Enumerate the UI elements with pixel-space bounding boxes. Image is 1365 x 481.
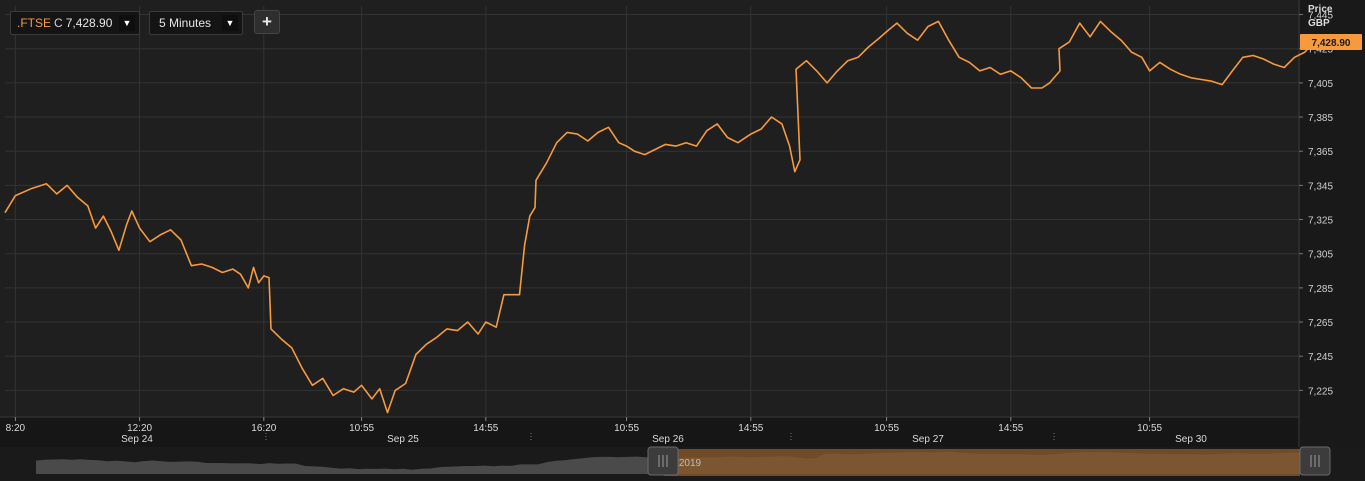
x-tick-label: 8:20: [6, 423, 26, 434]
instrument-symbol: .FTSE: [17, 16, 52, 30]
y-tick-label: 7,305: [1308, 250, 1333, 261]
x-tick-label: 10:55: [1137, 423, 1162, 434]
add-button[interactable]: +: [254, 10, 280, 34]
navigator[interactable]: 2019: [0, 446, 1365, 481]
x-tick-label: 14:55: [738, 423, 763, 434]
x-day-label: Sep 24: [121, 434, 153, 445]
price-axis-title: Price: [1308, 4, 1333, 15]
instrument-selector[interactable]: .FTSE C 7,428.90 ▼: [10, 11, 140, 35]
x-day-label: Sep 30: [1175, 434, 1207, 445]
triangle-down-icon[interactable]: ▼: [119, 15, 135, 31]
chart-toolbar: .FTSE C 7,428.90 ▼ 5 Minutes ▼ +: [0, 0, 1300, 40]
x-tick-label: 14:55: [998, 423, 1023, 434]
x-tick-label: 16:20: [251, 423, 276, 434]
last-price-badge-text: 7,428.90: [1312, 38, 1351, 49]
y-tick-label: 7,225: [1308, 386, 1333, 397]
price-axis-currency: GBP: [1308, 18, 1330, 29]
close-flag: C: [54, 16, 63, 30]
navigator-year-label: 2019: [679, 458, 702, 469]
navigator-selection: [664, 449, 1300, 476]
x-tick-label: 14:55: [473, 423, 498, 434]
y-tick-label: 7,285: [1308, 284, 1333, 295]
x-tick-label: 10:55: [614, 423, 639, 434]
y-tick-label: 7,265: [1308, 318, 1333, 329]
y-tick-label: 7,365: [1308, 147, 1333, 158]
x-tick-label: 12:20: [127, 423, 152, 434]
interval-label: 5 Minutes: [159, 16, 212, 30]
y-tick-label: 7,385: [1308, 113, 1333, 124]
interval-selector[interactable]: 5 Minutes ▼: [149, 11, 243, 35]
x-day-label: Sep 26: [652, 434, 684, 445]
instrument-last-price: 7,428.90: [65, 16, 113, 30]
x-tick-label: 10:55: [349, 423, 374, 434]
x-day-label: Sep 25: [387, 434, 419, 445]
y-tick-label: 7,245: [1308, 352, 1333, 363]
plot-area: [5, 6, 1298, 416]
y-tick-label: 7,345: [1308, 181, 1333, 192]
triangle-down-icon[interactable]: ▼: [222, 15, 238, 31]
time-axis-band: [0, 417, 1300, 447]
y-tick-label: 7,325: [1308, 216, 1333, 227]
price-chart[interactable]: 7,4457,4257,4057,3857,3657,3457,3257,305…: [0, 0, 1365, 481]
y-tick-label: 7,405: [1308, 79, 1333, 90]
x-tick-label: 10:55: [874, 423, 899, 434]
x-day-label: Sep 27: [912, 434, 944, 445]
